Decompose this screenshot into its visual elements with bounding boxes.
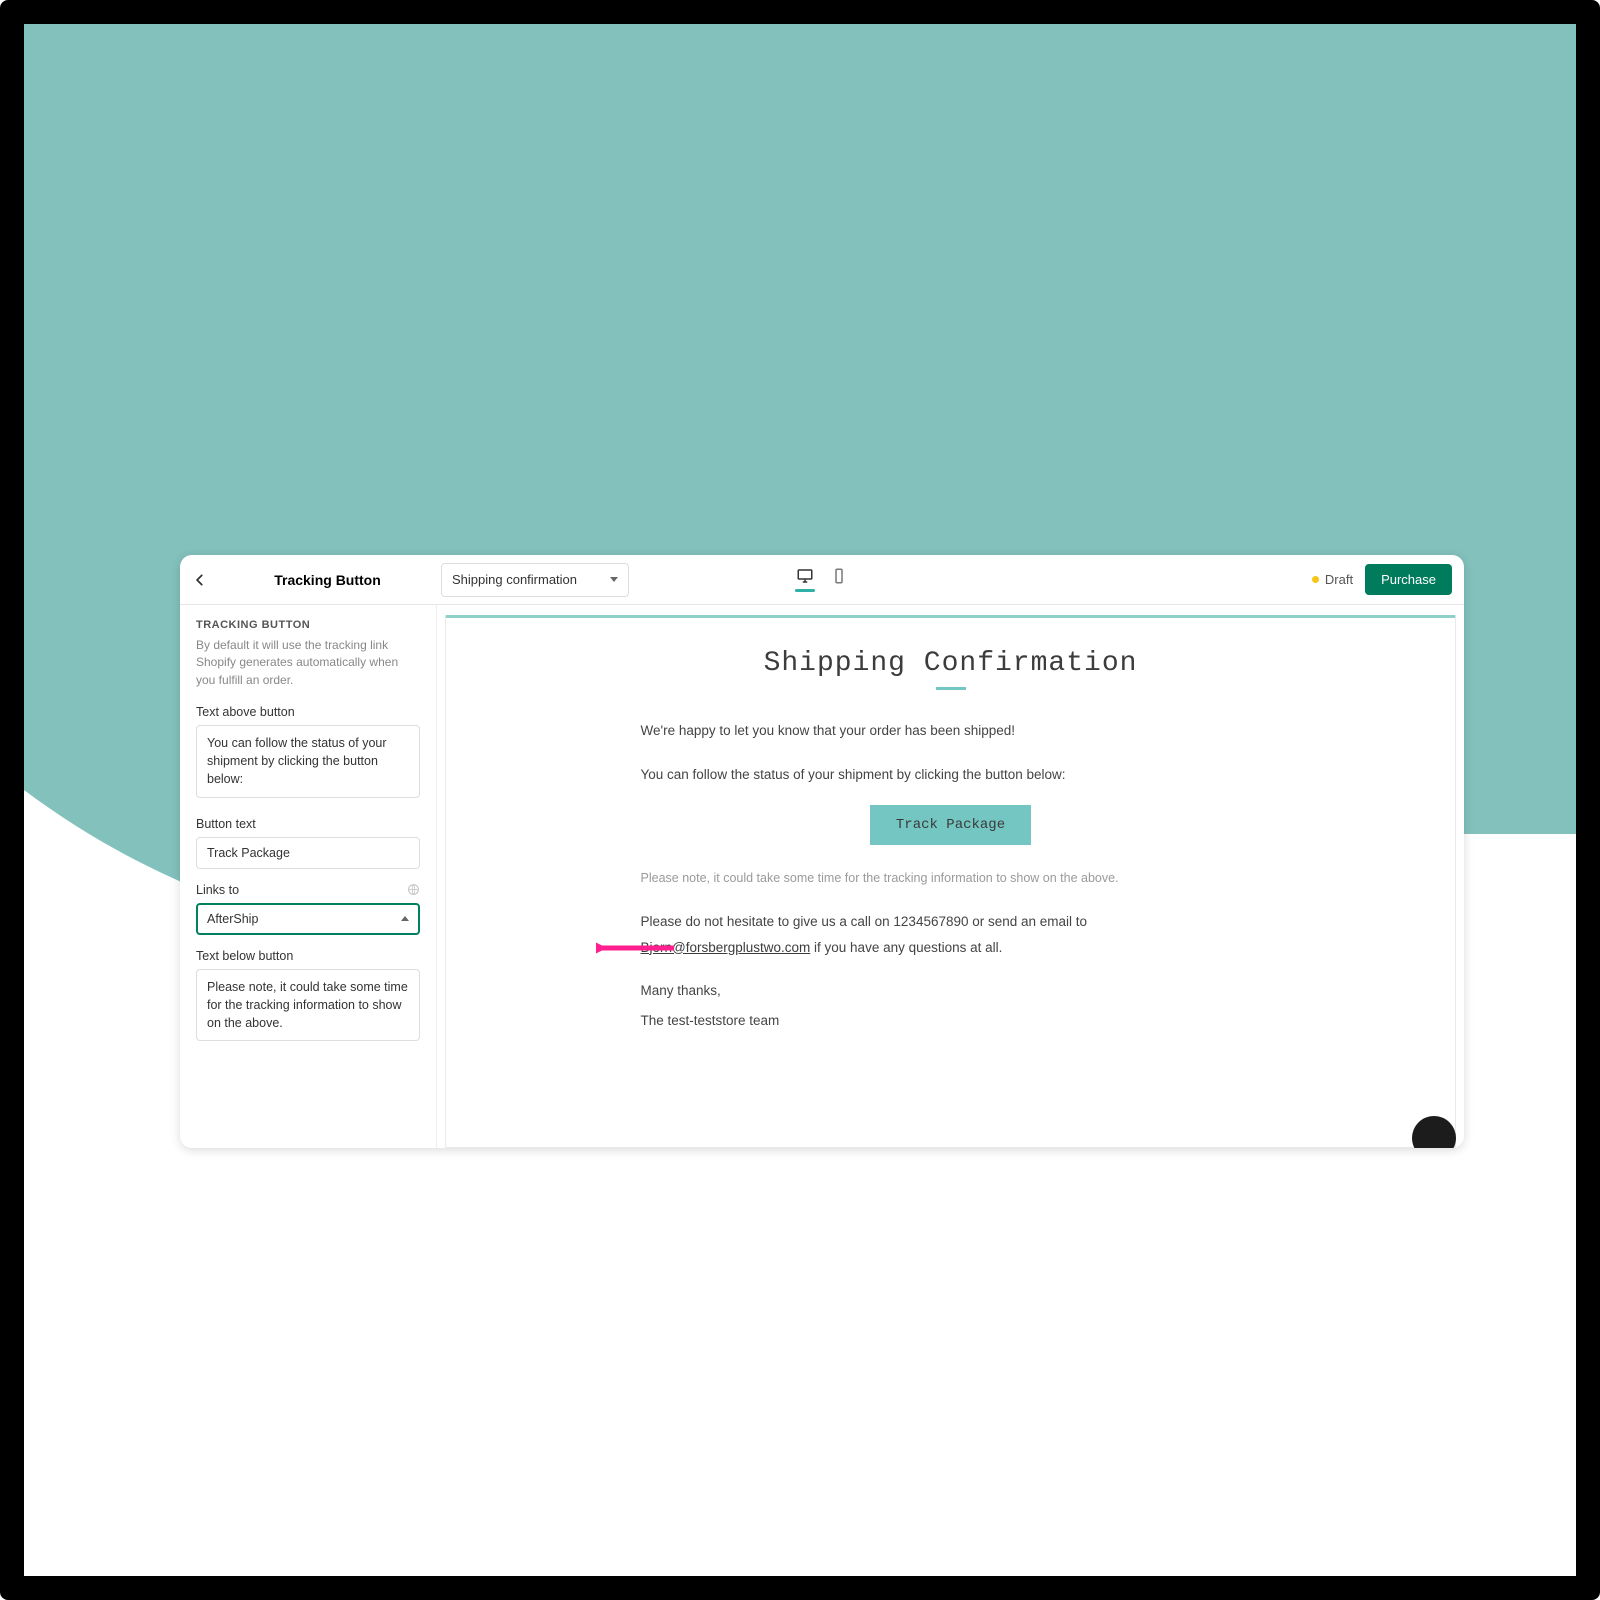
divider (936, 687, 966, 690)
section-heading: TRACKING BUTTON (196, 619, 420, 631)
globe-icon (407, 883, 420, 896)
email-paragraph: You can follow the status of your shipme… (641, 762, 1261, 788)
email-text: Please do not hesitate to give us a call… (641, 914, 1088, 929)
mobile-icon (830, 567, 848, 585)
desktop-icon (796, 567, 814, 585)
status-text: Draft (1325, 572, 1353, 587)
panel-title: Tracking Button (220, 572, 435, 588)
caret-up-icon (401, 916, 409, 921)
track-package-button[interactable]: Track Package (870, 805, 1031, 845)
links-to-label: Links to (196, 883, 239, 897)
text-below-label: Text below button (196, 949, 420, 963)
email-heading: Shipping Confirmation (641, 648, 1261, 679)
button-text-label: Button text (196, 817, 420, 831)
caret-down-icon (610, 577, 618, 582)
status-badge: Draft (1312, 572, 1353, 587)
back-button[interactable] (180, 555, 220, 605)
topbar: Tracking Button Shipping confirmation Dr… (180, 555, 1464, 605)
email-preview: Shipping Confirmation We're happy to let… (445, 615, 1456, 1148)
text-above-label: Text above button (196, 705, 420, 719)
mobile-view-button[interactable] (829, 567, 849, 592)
settings-sidebar: TRACKING BUTTON By default it will use t… (180, 605, 437, 1148)
email-team: The test-teststore team (641, 1008, 1261, 1034)
status-dot-icon (1312, 576, 1319, 583)
links-to-value: AfterShip (207, 912, 258, 926)
template-select[interactable]: Shipping confirmation (441, 563, 629, 597)
email-text: if you have any questions at all. (810, 940, 1002, 955)
section-description: By default it will use the tracking link… (196, 637, 420, 689)
viewport-toggle (795, 567, 849, 592)
app-window: Tracking Button Shipping confirmation Dr… (180, 555, 1464, 1148)
purchase-button[interactable]: Purchase (1365, 564, 1452, 595)
desktop-view-button[interactable] (795, 567, 815, 592)
links-to-select[interactable]: AfterShip (196, 903, 420, 935)
preview-pane: Shipping Confirmation We're happy to let… (437, 605, 1464, 1148)
template-select-value: Shipping confirmation (452, 572, 577, 587)
email-signoff: Many thanks, (641, 978, 1261, 1004)
email-paragraph: Please do not hesitate to give us a call… (641, 909, 1261, 960)
email-paragraph: We're happy to let you know that your or… (641, 718, 1261, 744)
email-note: Please note, it could take some time for… (641, 867, 1261, 891)
text-below-input[interactable]: Please note, it could take some time for… (196, 969, 420, 1041)
chevron-left-icon (193, 573, 207, 587)
text-above-input[interactable]: You can follow the status of your shipme… (196, 725, 420, 797)
button-text-input[interactable] (196, 837, 420, 869)
contact-email-link[interactable]: Bjorn@forsbergplustwo.com (641, 940, 811, 955)
